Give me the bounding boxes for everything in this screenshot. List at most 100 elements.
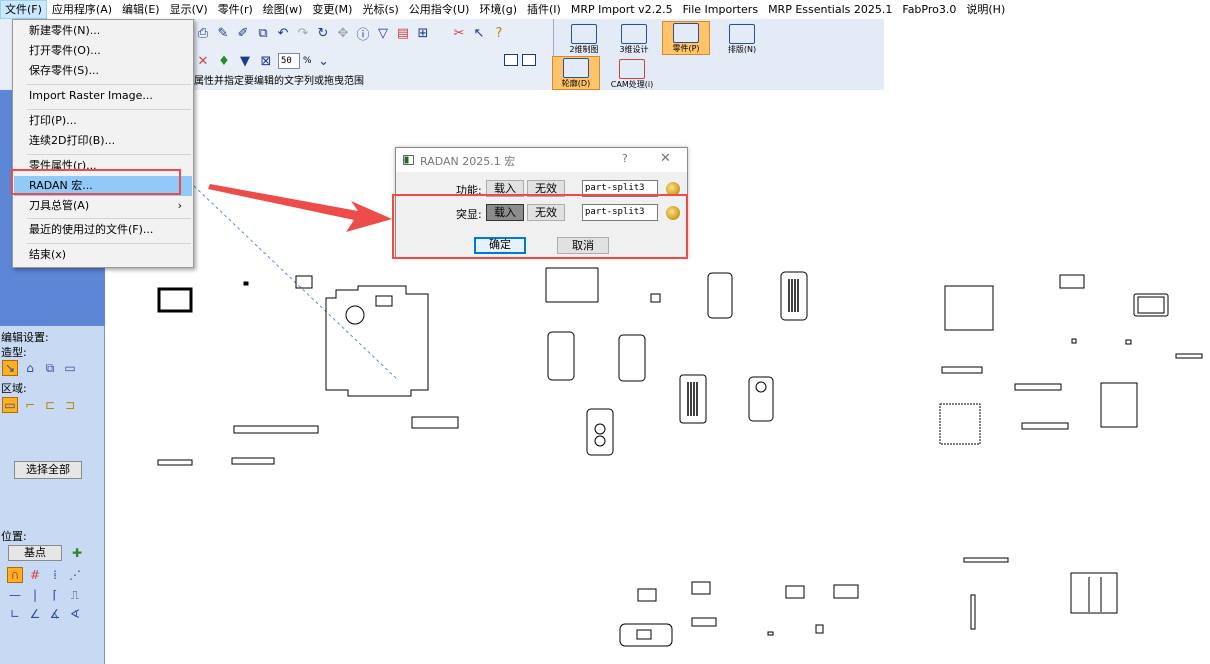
region-box-icon[interactable]: ▭ <box>2 397 18 413</box>
menu-item-open-part[interactable]: 打开零件(O)... <box>14 41 192 61</box>
snap-magnet-icon[interactable]: ∩ <box>7 567 23 583</box>
snap-dots-icon[interactable]: ⁞ <box>47 567 63 583</box>
pen-icon[interactable]: ✐ <box>234 24 252 42</box>
angle-b-icon[interactable]: ∡ <box>47 606 63 622</box>
menu-modify[interactable]: 变更(M) <box>307 0 357 19</box>
menu-item-tool-manager[interactable]: 刀具总管(A) › <box>14 196 192 216</box>
undo-icon[interactable]: ↶ <box>274 24 292 42</box>
menu-item-recent-files[interactable]: 最近的使用过的文件(F)... <box>14 220 192 240</box>
part-shape <box>619 623 673 647</box>
part-shape <box>767 631 774 636</box>
refresh-icon[interactable]: ↻ <box>314 24 332 42</box>
menu-view[interactable]: 显示(V) <box>165 0 213 19</box>
part-shape <box>788 279 799 312</box>
menu-item-import-raster[interactable]: Import Raster Image... <box>14 86 192 106</box>
tab-3d-design[interactable]: 3维设计 <box>610 21 658 55</box>
part-shape <box>586 408 614 456</box>
angle-90-icon[interactable]: ∟ <box>7 606 23 622</box>
zoom-dropdown-icon[interactable]: ⌄ <box>315 52 333 70</box>
shape-paste-icon[interactable]: ▭ <box>62 360 78 376</box>
menu-file[interactable]: 文件(F) <box>0 0 47 19</box>
select-all-button[interactable]: 选择全部 <box>14 461 82 479</box>
shape-label: 造型: <box>1 346 27 359</box>
menu-application[interactable]: 应用程序(A) <box>47 0 117 19</box>
menu-part[interactable]: 零件(r) <box>213 0 258 19</box>
help-button[interactable]: ? <box>622 152 628 165</box>
angle-c-icon[interactable]: ∢ <box>67 606 83 622</box>
copy-icon[interactable]: ⧉ <box>254 24 272 42</box>
menu-common[interactable]: 公用指令(U) <box>404 0 475 19</box>
menu-fabpro[interactable]: FabPro3.0 <box>897 0 961 19</box>
menu-cursor[interactable]: 光标(s) <box>357 0 403 19</box>
filter-icon[interactable]: ▽ <box>374 24 392 42</box>
menu-draw[interactable]: 绘图(w) <box>258 0 308 19</box>
part-shape <box>963 557 1009 563</box>
base-point-button[interactable]: 基点 <box>8 545 62 561</box>
line-parallel-icon[interactable]: ⎍ <box>67 587 83 603</box>
pointer-help-icon[interactable]: ↖ <box>470 24 488 42</box>
part-shape <box>375 295 393 307</box>
print-icon[interactable]: ⎙ <box>194 24 212 42</box>
shape-tools: ↘ ⌂ ⧉ ▭ <box>2 360 78 376</box>
part-shape <box>1021 422 1069 430</box>
tools-icon[interactable]: ✂ <box>450 24 468 42</box>
region-cross-icon[interactable]: ⊐ <box>62 397 78 413</box>
menu-item-save-part[interactable]: 保存零件(S)... <box>14 61 192 81</box>
menu-item-exit[interactable]: 结束(x) <box>14 245 192 265</box>
menu-plugins[interactable]: 插件(I) <box>522 0 566 19</box>
zoom-input[interactable]: 50 <box>278 53 300 69</box>
shape-home-icon[interactable]: ⌂ <box>22 360 38 376</box>
snap-icon[interactable]: ♦ <box>215 52 233 70</box>
line-h-icon[interactable]: — <box>7 587 23 603</box>
measure-icon[interactable]: ✕ <box>194 52 212 70</box>
submenu-arrow-icon: › <box>177 199 182 212</box>
zoom-box-icon[interactable]: ⊠ <box>257 52 275 70</box>
part-shape <box>1137 296 1165 314</box>
tab-nesting[interactable]: 排版(N) <box>718 21 766 55</box>
part-shape <box>637 588 657 602</box>
menu-mrp-essentials[interactable]: MRP Essentials 2025.1 <box>763 0 897 19</box>
pencil-icon[interactable]: ✎ <box>214 24 232 42</box>
help-icon[interactable]: ? <box>490 24 508 42</box>
menu-environment[interactable]: 环境(g) <box>474 0 522 19</box>
close-button[interactable]: ✕ <box>660 151 671 166</box>
menu-help[interactable]: 说明(H) <box>961 0 1010 19</box>
part-shape <box>295 275 313 289</box>
shape-select-icon[interactable]: ↘ <box>2 360 18 376</box>
menu-bar: 文件(F) 应用程序(A) 编辑(E) 显示(V) 零件(r) 绘图(w) 变更… <box>0 0 1210 19</box>
part-shape <box>1014 383 1062 391</box>
menu-file-importers[interactable]: File Importers <box>678 0 763 19</box>
layers-icon[interactable]: ▤ <box>394 24 412 42</box>
position-label: 位置: <box>1 530 27 543</box>
tab-part[interactable]: 零件(P) <box>662 21 710 55</box>
line-v-icon[interactable]: | <box>27 587 43 603</box>
part-shape <box>944 285 994 331</box>
split-v-icon[interactable] <box>522 54 536 66</box>
shape-copy-icon[interactable]: ⧉ <box>42 360 58 376</box>
cam-icon <box>619 59 645 79</box>
paint-icon[interactable]: ▼ <box>236 52 254 70</box>
tab-cam[interactable]: CAM处理(i) <box>608 56 656 90</box>
angle-a-icon[interactable]: ∠ <box>27 606 43 622</box>
line-corner-icon[interactable]: ⌈ <box>47 587 63 603</box>
part-shape <box>594 435 606 447</box>
menu-item-print[interactable]: 打印(P)... <box>14 111 192 131</box>
crosshair-icon[interactable]: ✚ <box>69 545 85 561</box>
info-icon[interactable]: ⓘ <box>354 24 372 43</box>
region-bracket-icon[interactable]: ⌐ <box>22 397 38 413</box>
menu-separator <box>27 109 191 110</box>
tab-profile[interactable]: 轮廓(D) <box>552 56 600 90</box>
snap-grid-icon[interactable]: # <box>27 567 43 583</box>
tab-2d-drawing[interactable]: 2维制图 <box>560 21 608 55</box>
menu-mrp-import[interactable]: MRP Import v2.2.5 <box>566 0 678 19</box>
split-h-icon[interactable] <box>504 54 518 66</box>
menu-item-batch-print[interactable]: 连续2D打印(B)... <box>14 131 192 151</box>
dialog-title: RADAN 2025.1 宏 <box>420 155 516 168</box>
region-extend-icon[interactable]: ⊏ <box>42 397 58 413</box>
redo-icon[interactable]: ↷ <box>294 24 312 42</box>
move-icon[interactable]: ✥ <box>334 24 352 42</box>
grid-icon[interactable]: ⊞ <box>414 24 432 42</box>
snap-diag-icon[interactable]: ⋰ <box>67 567 83 583</box>
menu-item-new-part[interactable]: 新建零件(N)... <box>14 21 192 41</box>
menu-edit[interactable]: 编辑(E) <box>117 0 165 19</box>
